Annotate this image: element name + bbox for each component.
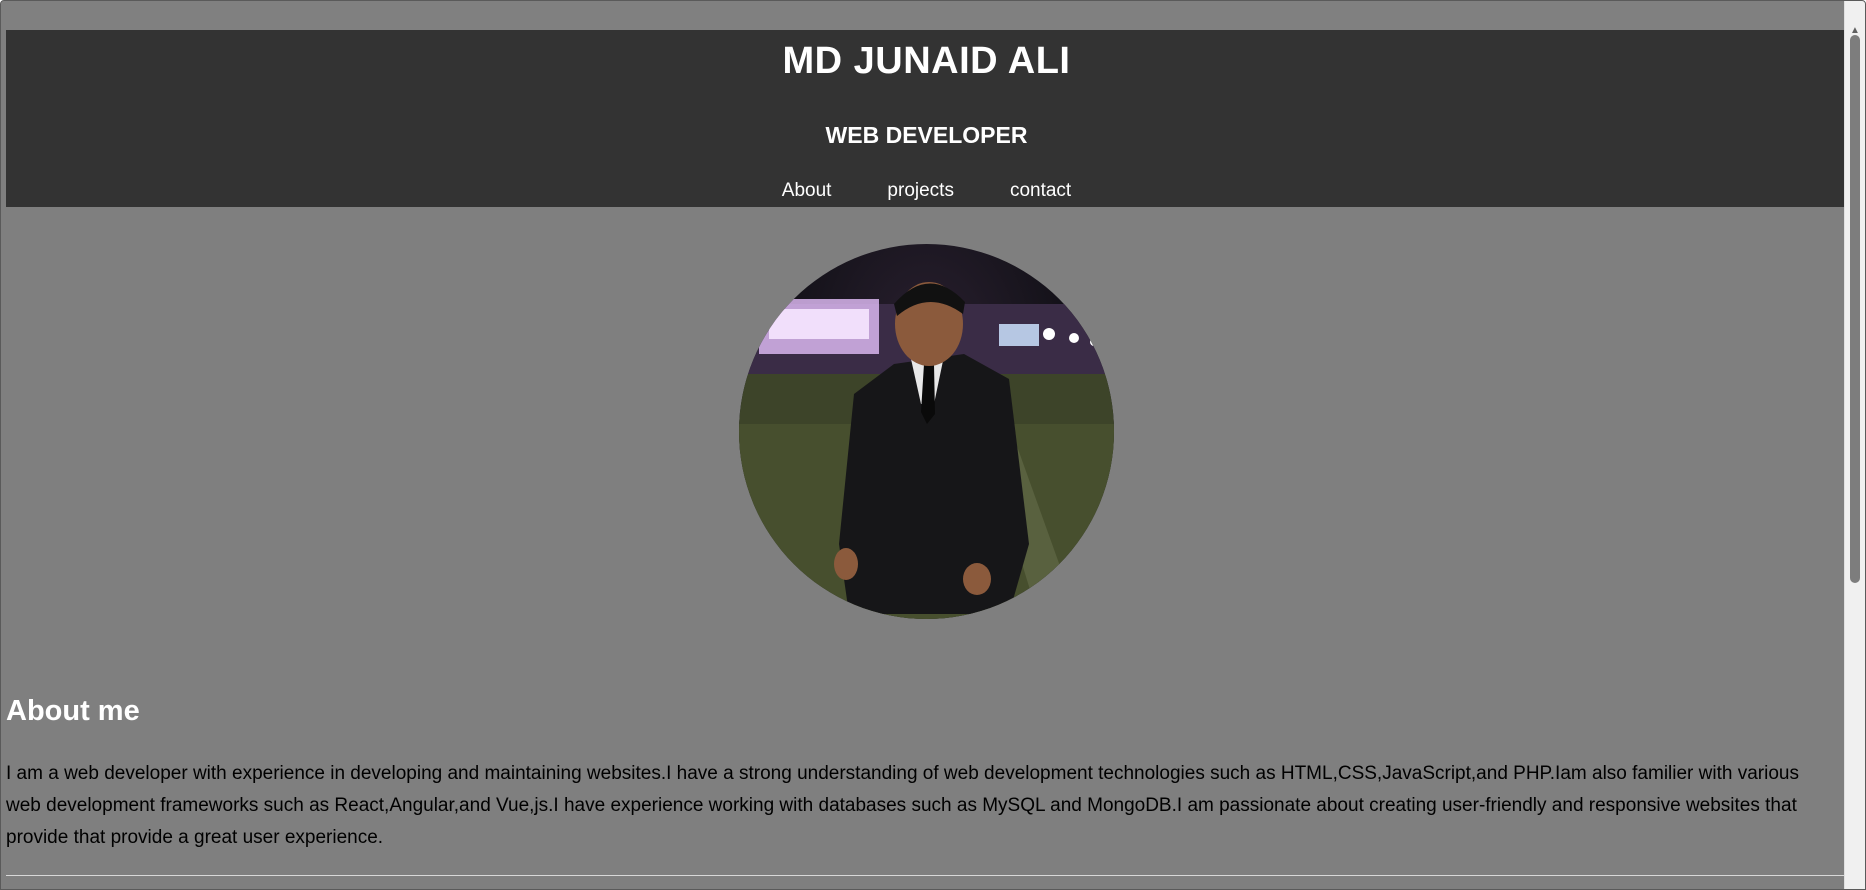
browser-viewport: MD JUNAID ALI WEB DEVELOPER About projec… [0, 0, 1866, 890]
site-header: MD JUNAID ALI WEB DEVELOPER About projec… [6, 30, 1847, 207]
site-title: MD JUNAID ALI [782, 40, 1071, 82]
main-nav: About projects contact [6, 180, 1847, 202]
about-paragraph: I am a web developer with experience in … [6, 763, 1799, 848]
page-top-margin [1, 1, 1846, 30]
nav-link-projects[interactable]: projects [887, 180, 954, 202]
nav-link-about[interactable]: About [782, 180, 832, 202]
site-subtitle: WEB DEVELOPER [825, 122, 1028, 148]
nav-link-contact[interactable]: contact [1010, 180, 1071, 202]
profile-photo-illustration [739, 282, 1114, 619]
section-divider [6, 875, 1847, 876]
about-heading: About me [6, 695, 140, 727]
vertical-scrollbar[interactable]: ▲ [1844, 1, 1865, 889]
scrollbar-thumb[interactable] [1850, 35, 1860, 583]
profile-photo [739, 244, 1114, 619]
